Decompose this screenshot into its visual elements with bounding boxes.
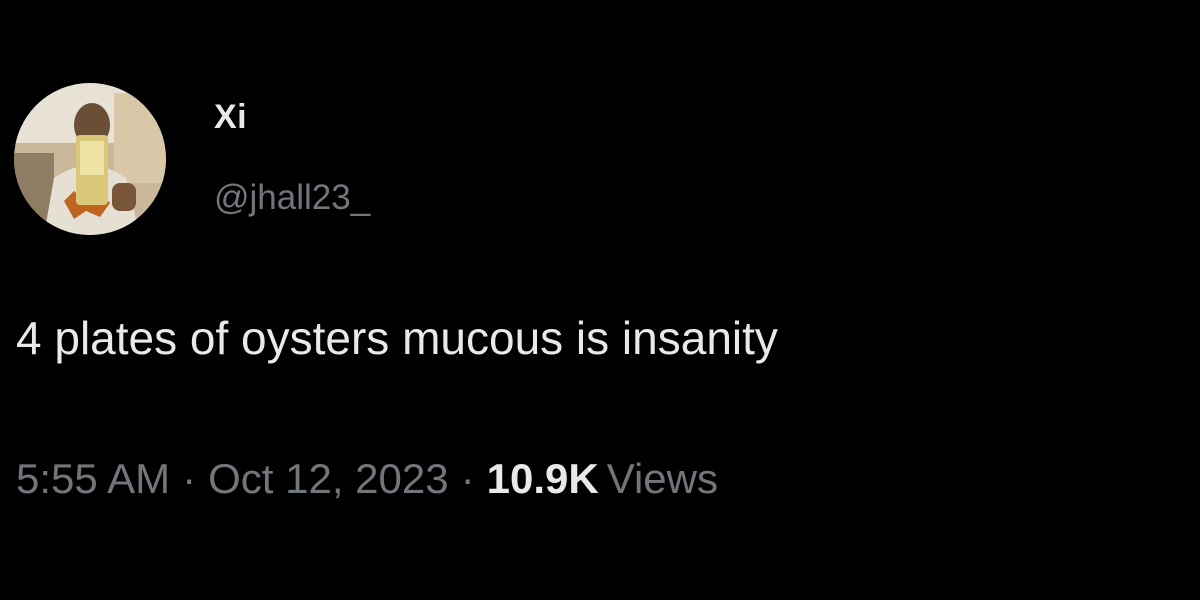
separator-dot: · <box>182 455 197 502</box>
user-handle[interactable]: @jhall23_ <box>214 180 370 215</box>
tweet-text: 4 plates of oysters mucous is insanity <box>16 312 778 364</box>
tweet-date[interactable]: Oct 12, 2023 <box>208 458 449 500</box>
tweet-card: Xi @jhall23_ 4 plates of oysters mucous … <box>0 0 1200 600</box>
views-count: 10.9K <box>486 455 599 502</box>
avatar[interactable] <box>14 83 166 235</box>
profile-photo-icon <box>14 83 166 235</box>
tweet-time[interactable]: 5:55 AM <box>16 458 170 500</box>
display-name[interactable]: Xi <box>214 100 247 134</box>
tweet-meta: 5:55 AM · Oct 12, 2023 · 10.9K Views <box>16 458 718 500</box>
separator-dot: · <box>460 455 475 502</box>
views-label: Views <box>606 455 718 502</box>
